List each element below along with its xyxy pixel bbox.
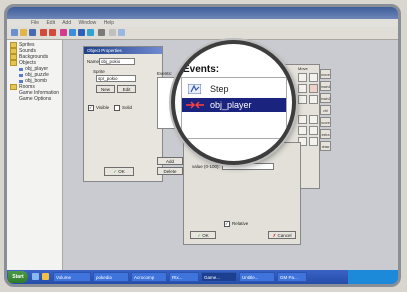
quick-launch-icon[interactable] [32, 273, 39, 280]
jump-random-icon[interactable] [298, 126, 307, 135]
system-tray [348, 270, 398, 284]
tab-main1[interactable]: main1 [320, 81, 331, 91]
events-label: Events: [157, 71, 173, 76]
add-background-icon[interactable] [78, 29, 85, 36]
game-info-icon[interactable] [109, 29, 116, 36]
event-label: Step [210, 84, 229, 94]
add-event-button[interactable]: Add [157, 157, 183, 165]
taskbar-item[interactable]: Game... [201, 272, 237, 282]
sprite-label: Sprite [93, 69, 105, 74]
toolbar [7, 27, 398, 40]
checkbox-icon [224, 221, 230, 227]
speed-vertical-icon[interactable] [298, 95, 307, 104]
taskbar-item[interactable]: Untitle... [239, 272, 275, 282]
move-towards-icon[interactable] [298, 84, 307, 93]
jump-start-icon[interactable] [309, 115, 318, 124]
add-sprite-icon[interactable] [60, 29, 67, 36]
app-title-bar [7, 7, 398, 19]
menu-help[interactable]: Help [104, 20, 114, 26]
resource-tree: Sprites Sounds Backgrounds Objects obj_p… [7, 40, 63, 270]
debug-icon[interactable] [49, 29, 56, 36]
screenshot-frame: File Edit Add Window Help Sprites Sounds… [4, 4, 401, 287]
save-icon[interactable] [29, 29, 36, 36]
tab-move[interactable]: move [320, 69, 331, 79]
object-properties-dialog: Object Properties Name: obj_pokio Sprite… [83, 46, 163, 182]
visible-checkbox[interactable]: Visible [88, 105, 109, 111]
events-list: Step obj_player [181, 77, 287, 139]
open-icon[interactable] [20, 29, 27, 36]
sprite-select[interactable]: spr_pokio [96, 75, 136, 82]
add-room-icon[interactable] [98, 29, 105, 36]
move-fixed-icon[interactable] [298, 73, 307, 82]
step-icon [188, 84, 201, 94]
delete-event-button[interactable]: Delete [157, 167, 183, 175]
speed-horizontal-icon[interactable] [309, 84, 318, 93]
value-ok-button[interactable]: ✓ OK [190, 231, 216, 239]
relative-checkbox[interactable]: Relative [224, 221, 248, 227]
object-icon [19, 79, 23, 83]
action-group-header: Move [298, 66, 308, 71]
value-cancel-button[interactable]: ✗ Cancel [268, 231, 296, 239]
quick-launch-icon[interactable] [42, 273, 49, 280]
checkbox-icon [114, 105, 120, 111]
menu-add[interactable]: Add [62, 20, 71, 26]
ok-button[interactable]: ✓ OK [104, 167, 134, 176]
magnifier-callout: Events: Step obj_player [171, 40, 296, 165]
menu-window[interactable]: Window [79, 20, 97, 26]
tree-item-game-options[interactable]: Game Options [10, 96, 62, 102]
add-sound-icon[interactable] [69, 29, 76, 36]
new-icon[interactable] [11, 29, 18, 36]
edit-sprite-button[interactable]: Edit [117, 85, 136, 93]
event-label: obj_player [210, 100, 252, 110]
tab-control[interactable]: ctrl [320, 105, 331, 115]
jump-position-icon[interactable] [298, 115, 307, 124]
name-field[interactable]: obj_pokio [99, 58, 135, 65]
check-icon: ✓ [197, 233, 201, 238]
taskbar-item[interactable]: Volume [53, 272, 91, 282]
menu-edit[interactable]: Edit [46, 20, 55, 26]
move-contact-icon[interactable] [309, 137, 318, 146]
taskbar-item[interactable]: pokedia [93, 272, 129, 282]
taskbar-item[interactable]: GM Pa... [277, 272, 307, 282]
taskbar-item[interactable]: Acrocomp [131, 272, 167, 282]
object-icon [19, 73, 23, 77]
collision-icon [186, 101, 204, 109]
value-label: value (0-100): [192, 164, 220, 169]
menu-file[interactable]: File [31, 20, 39, 26]
checkbox-icon [88, 105, 94, 111]
taskbar-item[interactable]: Rtx... [169, 272, 199, 282]
add-object-icon[interactable] [87, 29, 94, 36]
help-icon[interactable] [118, 29, 125, 36]
cross-icon: ✗ [272, 233, 277, 238]
start-button[interactable]: Start [8, 271, 28, 283]
object-icon [19, 67, 23, 71]
action-tabs: move main1 main2 ctrl score extra draw [320, 69, 332, 189]
check-icon: ✓ [113, 169, 117, 174]
dialog-title: Object Properties [84, 47, 162, 54]
taskbar: Start Volume pokedia Acrocomp Rtx... Gam… [7, 270, 398, 284]
folder-icon [10, 84, 17, 90]
gravity-icon[interactable] [309, 95, 318, 104]
run-icon[interactable] [40, 29, 47, 36]
solid-checkbox[interactable]: Solid [114, 105, 132, 111]
tab-draw[interactable]: draw [320, 141, 331, 151]
snap-grid-icon[interactable] [309, 126, 318, 135]
tab-extra[interactable]: extra [320, 129, 331, 139]
move-free-icon[interactable] [309, 73, 318, 82]
tab-score[interactable]: score [320, 117, 331, 127]
event-step[interactable]: Step [182, 82, 286, 96]
folder-icon [10, 60, 17, 66]
menu-bar: File Edit Add Window Help [7, 19, 398, 27]
tab-main2[interactable]: main2 [320, 93, 331, 103]
events-heading: Events: [183, 64, 220, 75]
new-sprite-button[interactable]: New [96, 85, 115, 93]
event-collision[interactable]: obj_player [182, 98, 286, 112]
